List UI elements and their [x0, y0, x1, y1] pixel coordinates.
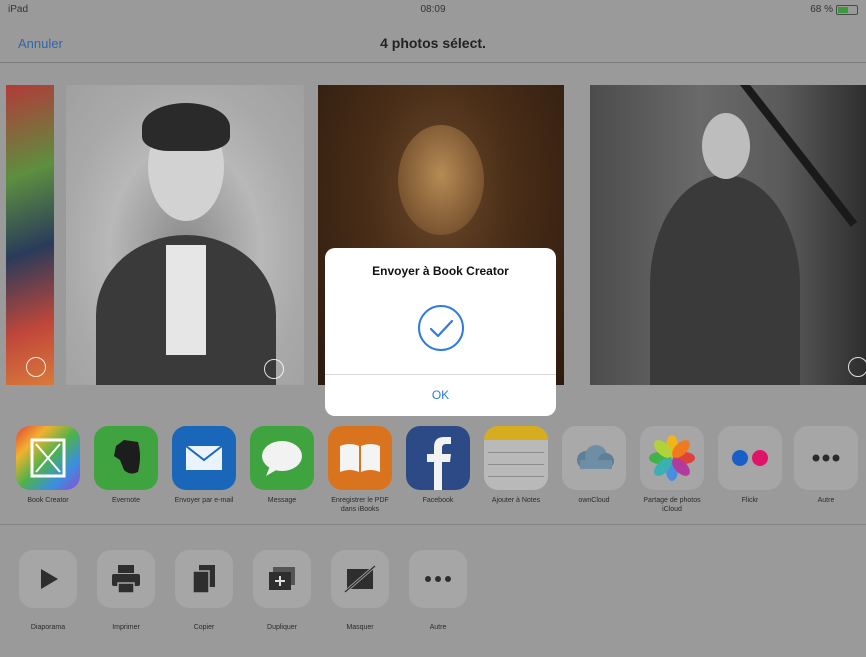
- share-app-label: Evernote: [111, 497, 141, 504]
- ibooks-icon: [328, 426, 392, 490]
- status-time: 08:09: [420, 4, 446, 15]
- selection-circle[interactable]: [26, 357, 46, 377]
- facebook-icon: [406, 426, 470, 490]
- mail-icon: [172, 426, 236, 490]
- portrait-shape: [142, 103, 230, 151]
- play-icon: [19, 550, 77, 608]
- action-print[interactable]: Imprimer: [88, 550, 164, 631]
- action-slideshow[interactable]: Diaporama: [10, 550, 86, 631]
- share-app-mail[interactable]: Envoyer par e-mail: [166, 426, 242, 505]
- action-label: Imprimer: [112, 624, 140, 631]
- share-app-owncloud[interactable]: ownCloud: [556, 426, 632, 505]
- checkmark-icon: [418, 305, 464, 351]
- action-duplicate[interactable]: Dupliquer: [244, 550, 320, 631]
- notes-icon: [484, 426, 548, 490]
- share-app-evernote[interactable]: Evernote: [88, 426, 164, 505]
- share-app-book-creator[interactable]: Book Creator: [10, 426, 86, 505]
- battery-indicator: 68 %: [810, 4, 858, 15]
- share-app-flickr[interactable]: Flickr: [712, 426, 788, 505]
- status-bar: iPad 08:09 68 %: [0, 0, 866, 22]
- battery-icon: [836, 4, 858, 15]
- hide-icon: [331, 550, 389, 608]
- share-app-more[interactable]: Autre: [788, 426, 864, 505]
- dialog-title: Envoyer à Book Creator: [372, 264, 509, 278]
- action-label: Copier: [193, 624, 215, 631]
- more-icon: [409, 550, 467, 608]
- share-app-message[interactable]: Message: [244, 426, 320, 505]
- portrait-shape: [650, 175, 800, 385]
- share-app-ibooks[interactable]: Enregistrer le PDF dans iBooks: [322, 426, 398, 514]
- evernote-icon: [94, 426, 158, 490]
- more-icon: [794, 426, 858, 490]
- battery-percent: 68 %: [810, 4, 833, 15]
- portrait-shape: [398, 125, 484, 235]
- message-icon: [250, 426, 314, 490]
- share-app-label: ownCloud: [578, 497, 610, 504]
- action-label: Masquer: [346, 624, 374, 631]
- book-creator-icon: [16, 426, 80, 490]
- share-apps-row: Book Creator Evernote Envoyer par e-mail…: [0, 414, 866, 525]
- share-app-label: Book Creator: [27, 497, 69, 504]
- share-app-facebook[interactable]: Facebook: [400, 426, 476, 505]
- selection-circle[interactable]: [848, 357, 866, 377]
- action-label: Autre: [429, 624, 447, 631]
- share-app-label: Facebook: [422, 497, 454, 504]
- flickr-icon: [718, 426, 782, 490]
- ok-button[interactable]: OK: [325, 375, 556, 416]
- share-app-label: Flickr: [741, 497, 759, 504]
- page-title: 4 photos sélect.: [380, 35, 486, 51]
- action-label: Dupliquer: [267, 624, 297, 631]
- share-app-label: Partage de photos iCloud: [643, 497, 701, 513]
- owncloud-icon: [562, 426, 626, 490]
- share-app-label: Ajouter à Notes: [491, 497, 541, 504]
- alert-dialog: Envoyer à Book Creator OK: [325, 248, 556, 416]
- printer-icon: [97, 550, 155, 608]
- share-app-label: Envoyer par e-mail: [174, 497, 234, 504]
- navigation-bar: Annuler 4 photos sélect.: [0, 22, 866, 63]
- share-app-icloud-photos[interactable]: Partage de photos iCloud: [634, 426, 710, 514]
- action-copy[interactable]: Copier: [166, 550, 242, 631]
- actions-row: Diaporama Imprimer Copier Dupliquer Masq…: [0, 548, 866, 648]
- share-app-label: Enregistrer le PDF dans iBooks: [331, 497, 389, 513]
- action-more[interactable]: Autre: [400, 550, 476, 631]
- selection-circle[interactable]: [264, 359, 284, 379]
- portrait-shape: [166, 245, 206, 355]
- share-app-label: Message: [267, 497, 297, 504]
- share-app-notes[interactable]: Ajouter à Notes: [478, 426, 554, 505]
- action-label: Diaporama: [30, 624, 66, 631]
- portrait-shape: [702, 113, 750, 179]
- photos-icon: [640, 426, 704, 490]
- photo-thumbnail-1[interactable]: [6, 85, 54, 385]
- share-app-label: Autre: [817, 497, 835, 504]
- photo-thumbnail-2[interactable]: [66, 85, 304, 385]
- action-hide[interactable]: Masquer: [322, 550, 398, 631]
- copy-icon: [175, 550, 233, 608]
- photo-thumbnail-4[interactable]: [590, 85, 866, 385]
- duplicate-icon: [253, 550, 311, 608]
